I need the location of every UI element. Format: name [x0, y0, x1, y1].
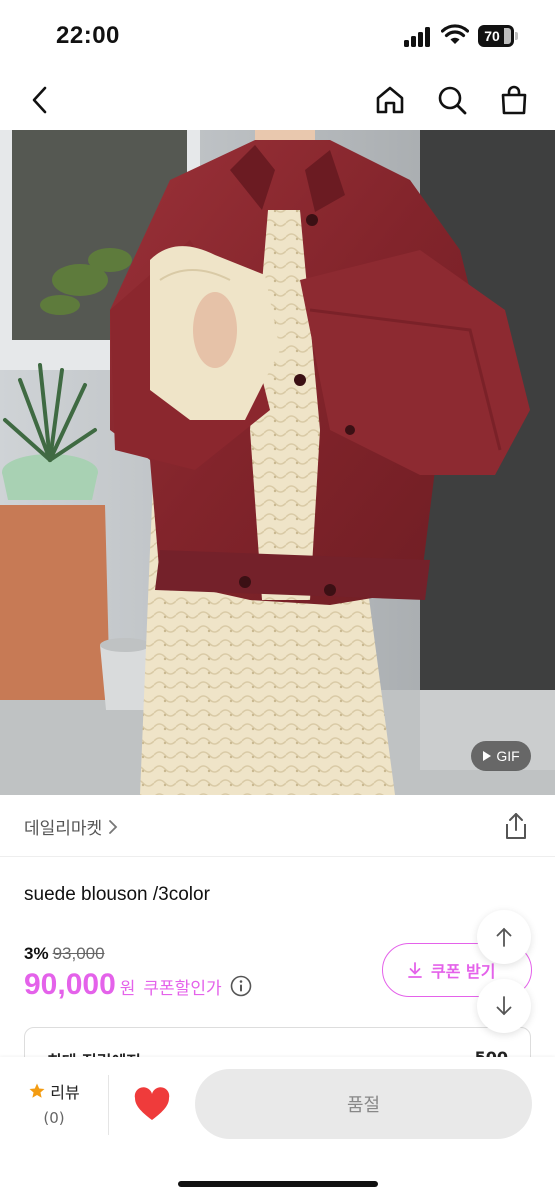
discount-rate: 3% [24, 944, 49, 963]
original-price: 93,000 [52, 944, 105, 963]
home-button[interactable] [370, 80, 410, 120]
download-icon [408, 962, 422, 978]
sale-price-line: 90,000 원 쿠폰할인가 [24, 968, 252, 1002]
home-indicator [178, 1181, 378, 1187]
status-time: 22:00 [56, 22, 120, 49]
info-icon[interactable] [230, 975, 252, 997]
arrow-down-icon [496, 996, 512, 1016]
cart-button[interactable] [494, 80, 534, 120]
star-icon [29, 1083, 45, 1098]
arrow-up-icon [496, 927, 512, 947]
home-icon [376, 86, 404, 114]
bottom-action-bar: 리뷰 (0) 품절 [0, 1057, 555, 1200]
battery-level: 70 [484, 28, 500, 44]
scroll-up-button[interactable] [477, 910, 531, 964]
store-link[interactable]: 데일리마켓 [24, 814, 118, 839]
status-bar: 22:00 70 [0, 0, 555, 72]
battery-icon: 70 [478, 25, 518, 47]
review-count: (0) [43, 1109, 65, 1127]
share-icon[interactable] [501, 811, 531, 841]
product-photo [0, 130, 555, 795]
review-button[interactable]: 리뷰 (0) [18, 1079, 90, 1135]
sale-price: 90,000 [24, 968, 116, 1001]
cellular-signal-icon [404, 27, 436, 47]
price-block: 3% 93,000 [24, 944, 105, 964]
gif-label: GIF [496, 748, 520, 764]
review-label: 리뷰 [50, 1083, 80, 1102]
product-image[interactable]: GIF [0, 130, 555, 795]
wifi-icon [441, 24, 469, 44]
soldout-button[interactable]: 품절 [195, 1069, 532, 1139]
shopping-bag-icon [501, 85, 527, 115]
search-button[interactable] [432, 80, 472, 120]
heart-icon[interactable] [132, 1085, 172, 1125]
store-row: 데일리마켓 [0, 795, 555, 857]
chevron-right-icon [109, 819, 118, 834]
top-navigation [0, 72, 555, 128]
chevron-left-icon [32, 86, 47, 114]
divider [108, 1075, 109, 1135]
product-title: suede blouson /3color [24, 884, 210, 905]
gif-badge[interactable]: GIF [471, 741, 531, 771]
scroll-down-button[interactable] [477, 979, 531, 1033]
back-button[interactable] [20, 80, 60, 120]
currency-unit: 원 [119, 979, 136, 999]
store-name: 데일리마켓 [24, 819, 103, 839]
search-icon [438, 86, 467, 115]
play-icon [483, 751, 492, 761]
coupon-price-label: 쿠폰할인가 [143, 979, 222, 999]
coupon-button-label: 쿠폰 받기 [431, 962, 496, 981]
